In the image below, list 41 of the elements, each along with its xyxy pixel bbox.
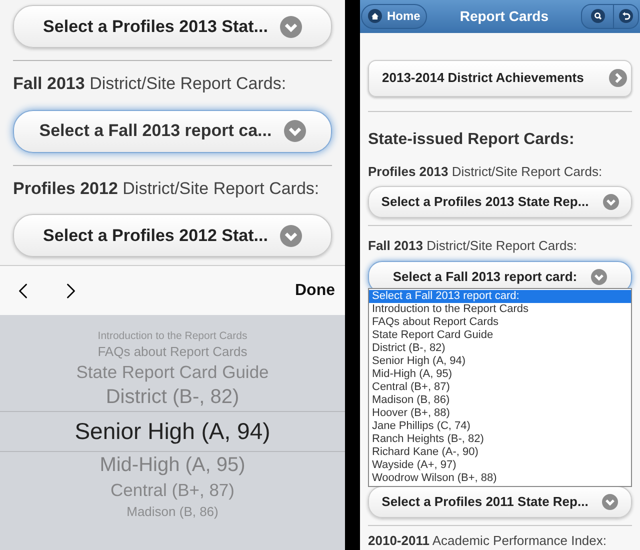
dropdown-option[interactable]: Madison (B, 86) <box>369 394 631 407</box>
select-dropdown[interactable]: Select a Profiles 2013 Stat... <box>13 5 332 48</box>
dropdown-option[interactable]: FAQs about Report Cards <box>369 316 631 329</box>
dropdown-option[interactable]: Woodrow Wilson (B+, 88) <box>369 472 631 485</box>
section-label: 2010-2011 Academic Performance Index: <box>368 532 608 550</box>
dropdown-option[interactable]: Hoover (B+, 88) <box>369 407 631 420</box>
chevron-down-icon <box>284 120 306 142</box>
home-button[interactable]: Home <box>361 4 428 29</box>
chevron-down-icon <box>280 224 302 246</box>
select-dropdown[interactable]: Select a Fall 2013 report ca... <box>13 110 332 152</box>
dropdown-option[interactable]: State Report Card Guide <box>369 329 631 342</box>
select-dropdown[interactable]: Select a Profiles 2011 State Rep... <box>368 486 632 518</box>
section-heading: State-issued Report Cards: <box>368 130 576 150</box>
dropdown-option[interactable]: Ranch Heights (B-, 82) <box>369 433 631 446</box>
dropdown-option[interactable]: Select a Fall 2013 report card: <box>369 290 631 303</box>
home-icon <box>368 9 382 24</box>
section-label: Profiles 2012 District/Site Report Cards: <box>13 178 320 200</box>
section-label: Fall 2013 District/Site Report Cards: <box>368 237 578 255</box>
done-button[interactable]: Done <box>295 278 335 302</box>
dropdown-option[interactable]: Introduction to the Report Cards <box>369 303 631 316</box>
select-dropdown[interactable]: Select a Profiles 2013 State Rep... <box>368 186 632 218</box>
section-label: Profiles 2013 District/Site Report Cards: <box>368 162 604 181</box>
select-dropdown[interactable]: Select a Profiles 2012 Stat... <box>13 214 332 257</box>
dropdown-option[interactable]: Wayside (A+, 97) <box>369 459 631 472</box>
search-icon <box>590 9 604 24</box>
picker-option[interactable]: Senior High (A, 94) <box>0 411 345 452</box>
undo-icon <box>619 9 633 24</box>
chevron-down-icon <box>602 494 618 510</box>
dropdown-option[interactable]: Mid-High (A, 95) <box>369 368 631 381</box>
chevron-down-icon <box>591 268 608 284</box>
page-title: Report Cards <box>458 6 550 26</box>
chevron-down-icon <box>602 194 619 210</box>
dropdown-option[interactable]: Central (B+, 87) <box>369 381 631 394</box>
dropdown-option[interactable]: Richard Kane (A-, 90) <box>369 446 631 459</box>
chevron-down-icon <box>280 16 302 38</box>
achievements-button[interactable]: 2013-2014 District Achievements <box>368 60 632 96</box>
dropdown-option[interactable]: District (B-, 82) <box>369 342 631 355</box>
section-label: Fall 2013 District/Site Report Cards: <box>13 73 288 95</box>
dropdown-option[interactable]: Jane Phillips (C, 74) <box>369 420 631 433</box>
dropdown-option[interactable]: Senior High (A, 94) <box>369 355 631 368</box>
chevron-right-icon <box>609 69 627 87</box>
